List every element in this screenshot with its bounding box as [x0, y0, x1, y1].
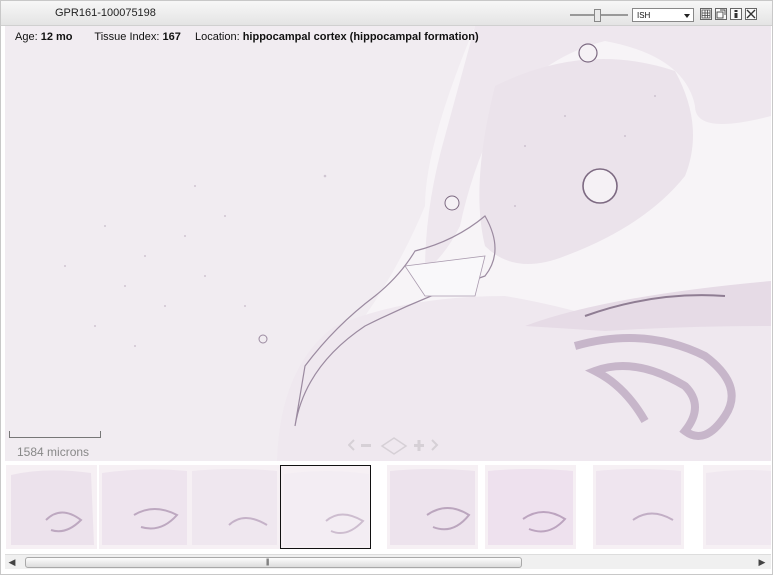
view-mode-value: ISH: [637, 11, 651, 20]
close-icon[interactable]: [745, 8, 757, 20]
scroll-left-icon[interactable]: ◀: [7, 557, 17, 567]
grid-icon[interactable]: [700, 8, 712, 20]
image-viewer-window: GPR161-100075198 ISH Age: 12 mo Tissue I…: [0, 0, 773, 575]
tissue-image-viewport[interactable]: [5, 26, 771, 461]
scrollbar-thumb[interactable]: |||: [25, 557, 522, 568]
right-arrow-icon[interactable]: [431, 439, 439, 451]
thumbnail[interactable]: [6, 465, 97, 549]
thumbnail-selected[interactable]: [280, 465, 371, 549]
tissue-index-label: Tissue Index:: [94, 31, 160, 43]
zoom-in-icon[interactable]: [414, 440, 424, 451]
thumbnail[interactable]: [99, 465, 190, 549]
image-metadata: Age: 12 mo Tissue Index: 167 Location: h…: [15, 31, 479, 43]
view-mode-select[interactable]: ISH: [632, 8, 694, 22]
tissue-index-value: 167: [162, 31, 181, 43]
location-label: Location:: [194, 31, 240, 43]
zoom-out-icon[interactable]: [361, 444, 371, 447]
grip-icon: |||: [266, 559, 270, 566]
location-value: hippocampal cortex (hippocampal formatio…: [242, 31, 479, 43]
scale-label: 1584 microns: [17, 445, 90, 459]
info-icon[interactable]: [730, 8, 742, 20]
thumbnail[interactable]: [189, 465, 280, 549]
left-arrow-icon[interactable]: [347, 439, 355, 451]
expand-icon[interactable]: [715, 8, 727, 20]
thumbnail[interactable]: [485, 465, 576, 549]
window-title: GPR161-100075198: [55, 7, 156, 19]
thumbnail[interactable]: [387, 465, 478, 549]
zoom-slider-handle[interactable]: [594, 9, 601, 22]
scale-bar: [9, 431, 101, 438]
title-bar: GPR161-100075198 ISH: [1, 1, 772, 26]
thumbnail[interactable]: [703, 465, 771, 549]
thumbnail-strip: [5, 462, 771, 552]
navigation-controls: [347, 437, 440, 455]
chevron-down-icon: [684, 14, 690, 18]
horizontal-scrollbar[interactable]: ◀ ||| ▶: [5, 554, 771, 569]
age-label: Age:: [15, 31, 38, 43]
thumbnail[interactable]: [593, 465, 684, 549]
age-value: 12 mo: [40, 31, 73, 43]
scroll-right-icon[interactable]: ▶: [757, 557, 767, 567]
brain-section-image: [5, 26, 771, 461]
pan-icon[interactable]: [380, 437, 408, 455]
